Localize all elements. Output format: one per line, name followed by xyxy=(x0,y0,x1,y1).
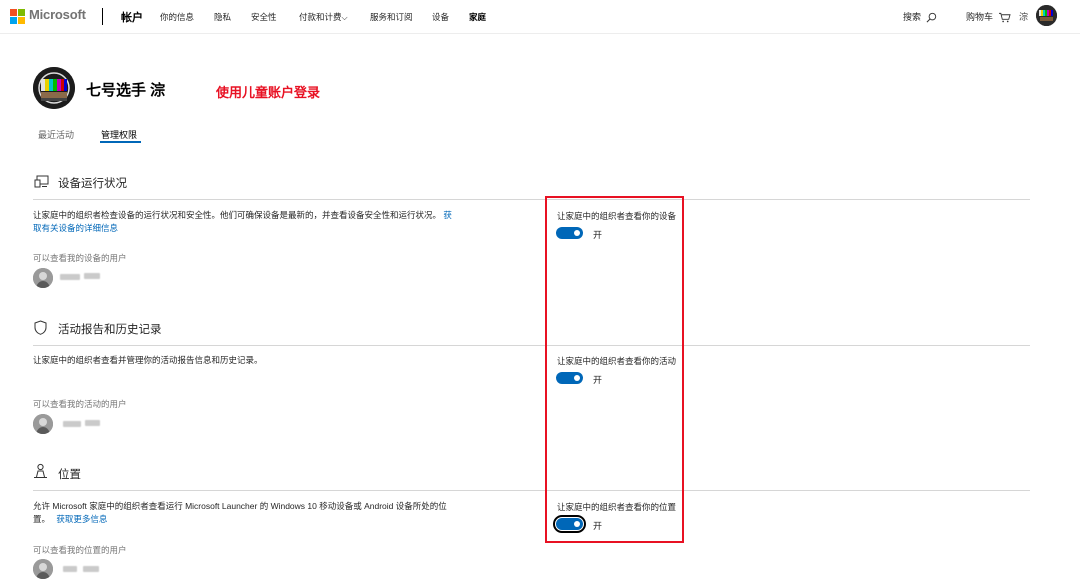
divider xyxy=(102,8,103,25)
cart-label: 购物车 xyxy=(966,12,994,22)
section-title-location: 位置 xyxy=(58,469,81,481)
section-title-device-health: 设备运行状况 xyxy=(58,178,127,190)
viewer-name-redacted xyxy=(84,273,100,279)
viewer-avatar xyxy=(33,414,53,434)
user-name-short[interactable]: 淙 xyxy=(1019,10,1028,23)
cart-button[interactable]: 购物车 xyxy=(966,10,1011,23)
user-avatar[interactable] xyxy=(1036,5,1057,26)
nav-your-info[interactable]: 你的信息 xyxy=(160,11,194,23)
location-more-info-link[interactable]: 获取更多信息 xyxy=(56,514,107,524)
section-description-location: 允许 Microsoft 家庭中的组织者查看运行 Microsoft Launc… xyxy=(33,500,447,526)
device-details-link[interactable]: 取有关设备的详细信息 xyxy=(33,223,118,233)
description-text: 让家庭中的组织者查看并管理你的活动报告信息和历史记录。 xyxy=(33,355,263,365)
chevron-down-icon: ⌵ xyxy=(341,13,348,22)
brand-name[interactable]: Microsoft xyxy=(29,7,86,22)
account-title[interactable]: 帐户 xyxy=(121,9,143,25)
cart-icon xyxy=(998,13,1011,23)
nav-security[interactable]: 安全性 xyxy=(251,11,277,23)
annotation-highlight-box xyxy=(545,196,684,543)
nav-family[interactable]: 家庭 xyxy=(469,11,486,23)
child-account-note: 使用儿童账户登录 xyxy=(216,85,321,100)
viewer-avatar xyxy=(33,268,53,288)
description-text: 让家庭中的组织者检查设备的运行状况和安全性。他们可确保设备是最新的，并查看设备安… xyxy=(33,210,442,220)
nav-privacy[interactable]: 隐私 xyxy=(214,11,231,23)
divider xyxy=(33,199,1030,200)
active-tab-indicator xyxy=(100,141,141,143)
viewers-label: 可以查看我的设备的用户 xyxy=(33,253,127,263)
nav-payment-billing[interactable]: 付款和计费⌵ xyxy=(299,11,348,23)
description-text-cont: 置。 xyxy=(33,514,51,524)
search-label: 搜索 xyxy=(903,12,922,22)
nav-services-subscriptions[interactable]: 服务和订阅 xyxy=(370,11,413,23)
tab-recent-activity[interactable]: 最近活动 xyxy=(38,128,74,141)
viewer-name-redacted xyxy=(63,421,81,427)
profile-name: 七号选手 淙 xyxy=(86,82,166,99)
description-text: 允许 Microsoft 家庭中的组织者查看运行 Microsoft Launc… xyxy=(33,501,447,511)
viewers-label: 可以查看我的位置的用户 xyxy=(33,545,127,555)
viewers-label: 可以查看我的活动的用户 xyxy=(33,399,127,409)
nav-payment-billing-label: 付款和计费 xyxy=(299,12,342,22)
viewer-name-redacted xyxy=(83,566,99,572)
search-icon xyxy=(926,12,936,23)
viewer-name-redacted xyxy=(60,274,80,280)
section-title-activity: 活动报告和历史记录 xyxy=(58,324,162,336)
divider xyxy=(33,490,1030,491)
profile-avatar xyxy=(33,67,75,109)
viewer-name-redacted xyxy=(63,566,77,572)
shield-icon xyxy=(34,320,47,335)
divider xyxy=(33,345,1030,346)
device-details-link-start[interactable]: 获 xyxy=(443,210,452,220)
top-bar: Microsoft 帐户 你的信息 隐私 安全性 付款和计费⌵ 服务和订阅 设备… xyxy=(0,0,1080,34)
location-person-icon xyxy=(34,463,47,478)
tab-manage-permissions[interactable]: 管理权限 xyxy=(101,128,137,141)
section-description-activity: 让家庭中的组织者查看并管理你的活动报告信息和历史记录。 xyxy=(33,354,263,367)
viewer-avatar xyxy=(33,559,53,579)
microsoft-logo-icon[interactable] xyxy=(10,9,25,24)
viewer-name-redacted xyxy=(85,420,100,426)
search-button[interactable]: 搜索 xyxy=(903,10,937,23)
section-description-device-health: 让家庭中的组织者检查设备的运行状况和安全性。他们可确保设备是最新的，并查看设备安… xyxy=(33,209,452,235)
nav-devices[interactable]: 设备 xyxy=(432,11,449,23)
devices-icon xyxy=(34,175,49,188)
